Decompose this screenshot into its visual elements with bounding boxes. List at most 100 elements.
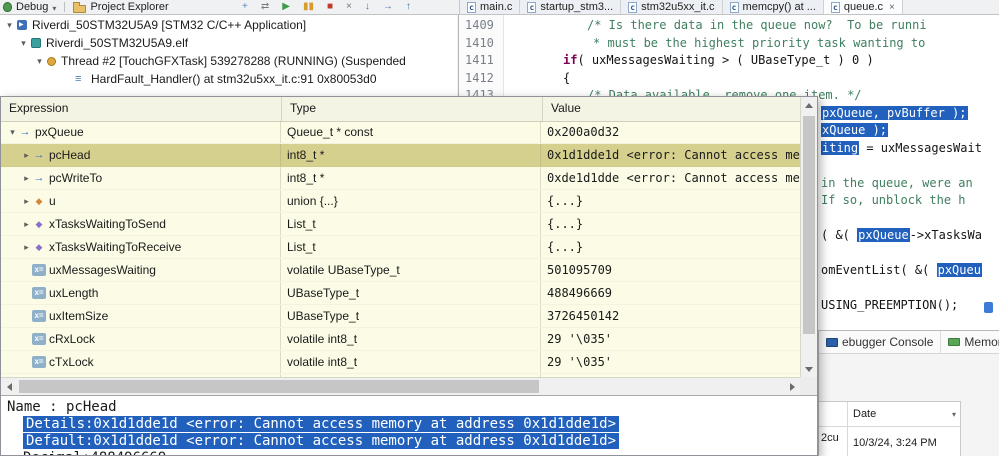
table-header-col1[interactable] bbox=[819, 402, 848, 426]
toolbar-icon-terminate[interactable]: ■ bbox=[327, 0, 333, 14]
toolbar-icon-link-with-editor[interactable]: ⇄ bbox=[261, 0, 269, 14]
expression-name: uxLength bbox=[49, 286, 99, 300]
line-number[interactable]: 1409 bbox=[465, 17, 494, 34]
scroll-down-button[interactable] bbox=[801, 361, 817, 377]
c-file-icon: c bbox=[527, 1, 537, 13]
scalar-variable-icon bbox=[32, 333, 46, 345]
detail-line-1[interactable]: Details:0x1d1dde1d <error: Cannot access… bbox=[1, 416, 817, 433]
expression-row-pxqueue[interactable]: ▾ pxQueue Queue_t * const 0x200a0d32 bbox=[1, 121, 800, 144]
code-line-1411[interactable]: 1411 if( uxMessagesWaiting > ( UBaseType_… bbox=[459, 52, 999, 69]
debugger-console-icon bbox=[826, 337, 838, 347]
expressions-rows: ▾ pxQueue Queue_t * const 0x200a0d32 ▸ pcHead… bbox=[1, 121, 800, 377]
vertical-scroll-thumb[interactable] bbox=[803, 116, 815, 334]
toolbar-icon-new-file[interactable]: + bbox=[242, 0, 248, 14]
line-number[interactable]: 1412 bbox=[465, 70, 494, 87]
expression-name-cell: uxLength bbox=[1, 282, 281, 304]
tree-collapse-icon[interactable]: ▾ bbox=[18, 38, 29, 49]
detail-line-2[interactable]: Default:0x1d1dde1d <error: Cannot access… bbox=[1, 433, 817, 450]
expand-arrow-icon[interactable]: ▸ bbox=[21, 167, 32, 189]
horizontal-scroll-thumb[interactable] bbox=[19, 380, 539, 393]
line-number[interactable]: 1410 bbox=[465, 35, 494, 52]
date-column-header[interactable]: Date bbox=[848, 402, 960, 426]
code-text: If so, unblock the h bbox=[821, 193, 966, 207]
column-header-expression[interactable]: Expression bbox=[1, 97, 282, 121]
expand-arrow-icon[interactable]: ▸ bbox=[21, 190, 32, 212]
expression-row-uxmessageswaiting[interactable]: uxMessagesWaiting volatile UBaseType_t 501… bbox=[1, 259, 800, 282]
tab-debugger-console[interactable]: ebugger Console bbox=[819, 331, 942, 353]
expression-value: 0x1d1dde1d <error: Cannot access mem bbox=[547, 148, 800, 162]
expression-row-xtaskswaitingtoreceive[interactable]: ▸ xTasksWaitingToReceive List_t {...} bbox=[1, 236, 800, 259]
scroll-up-button[interactable] bbox=[801, 97, 817, 113]
expression-value: 488496669 bbox=[547, 286, 613, 300]
code-line-1410[interactable]: 1410 * must be the highest priority task … bbox=[459, 35, 999, 52]
code-line-1412[interactable]: 1412 { bbox=[459, 70, 999, 87]
tree-collapse-icon[interactable]: ▾ bbox=[34, 56, 45, 67]
editor-tab-memcpy-at[interactable]: c memcpy() at ... bbox=[722, 0, 824, 14]
occurrence-marker-icon[interactable] bbox=[984, 302, 993, 313]
memory-chip-icon bbox=[948, 338, 961, 346]
debug-view-icon bbox=[3, 2, 12, 12]
scroll-right-button[interactable] bbox=[784, 378, 800, 395]
expression-row-uxlength[interactable]: uxLength UBaseType_t 488496669 bbox=[1, 282, 800, 305]
expand-arrow-icon[interactable]: ▸ bbox=[21, 236, 32, 258]
detail-line-3[interactable]: Decimal:488496669 bbox=[1, 450, 817, 455]
debug-tree-item-1[interactable]: ▾ Riverdi_50STM32U5A9.elf bbox=[0, 34, 457, 52]
expression-row-pcwriteto[interactable]: ▸ pcWriteTo int8_t * 0xde1d1dde <error: Can… bbox=[1, 167, 800, 190]
expand-arrow-icon[interactable]: ▸ bbox=[21, 213, 32, 235]
expression-row-uxitemsize[interactable]: uxItemSize UBaseType_t 3726450142 bbox=[1, 305, 800, 328]
editor-tab-queue-c[interactable]: c queue.c × bbox=[823, 0, 903, 14]
view-menu-caret-icon[interactable] bbox=[52, 0, 56, 14]
editor-tab-main-c[interactable]: c main.c bbox=[460, 0, 521, 14]
editor-tab-label: stm32u5xx_it.c bbox=[641, 1, 715, 13]
line-number[interactable]: 1411 bbox=[465, 52, 494, 69]
sort-dropdown-icon[interactable] bbox=[952, 402, 956, 426]
view-tab-debug[interactable]: Debug bbox=[3, 0, 56, 14]
debug-tree-item-3[interactable]: HardFault_Handler() at stm32u5xx_it.c:91… bbox=[0, 70, 457, 88]
toolbar-icon-resume[interactable]: ▶ bbox=[282, 0, 290, 14]
detail-line-0[interactable]: Name : pcHead bbox=[1, 399, 817, 416]
toolbar-icon-step-over[interactable]: → bbox=[383, 0, 393, 14]
expression-row-ctxlock[interactable]: cTxLock volatile int8_t 29 '\035' bbox=[1, 351, 800, 374]
view-tab-area: Debug Project Explorer bbox=[3, 0, 169, 14]
toolbar-icon-disconnect[interactable]: × bbox=[346, 0, 352, 14]
expression-value: 0xde1d1dde <error: Cannot access mem bbox=[547, 171, 800, 185]
debug-tree-item-0[interactable]: ▾ Riverdi_50STM32U5A9 [STM32 C/C++ Applic… bbox=[0, 16, 457, 34]
debug-tree[interactable]: ▾Riverdi_50STM32U5A9 [STM32 C/C++ Applic… bbox=[0, 15, 457, 96]
editor-tab-startup-stm3[interactable]: c startup_stm3... bbox=[520, 0, 622, 14]
debug-tree-label: Thread #2 [TouchGFXTask] 539278288 (RUNN… bbox=[61, 54, 406, 68]
horizontal-scrollbar[interactable] bbox=[1, 377, 800, 395]
tab-memory[interactable]: Memory bbox=[941, 331, 999, 353]
expression-type: Queue_t * const bbox=[281, 121, 541, 143]
code-text: omEventList( &( pxQueu bbox=[821, 263, 982, 277]
code-text: * must be the highest priority task want… bbox=[593, 35, 926, 50]
c-file-icon: c bbox=[830, 1, 840, 13]
table-row[interactable]: 2cu 10/3/24, 3:24 PM bbox=[819, 427, 960, 456]
debug-tree-label: Riverdi_50STM32U5A9 [STM32 C/C++ Applica… bbox=[32, 18, 307, 32]
expression-row-crxlock[interactable]: cRxLock volatile int8_t 29 '\035' bbox=[1, 328, 800, 351]
view-tab-project-explorer[interactable]: Project Explorer bbox=[73, 0, 169, 14]
expand-arrow-icon[interactable]: ▸ bbox=[21, 144, 32, 166]
debug-tree-item-2[interactable]: ▾ Thread #2 [TouchGFXTask] 539278288 (RUN… bbox=[0, 52, 457, 70]
tab-label: Memory bbox=[964, 335, 999, 349]
column-header-type[interactable]: Type bbox=[282, 97, 543, 121]
arrow-down-icon bbox=[805, 366, 813, 372]
expression-row-u[interactable]: ▸uunion {...}{...} bbox=[1, 190, 800, 213]
toolbar-icon-step-into[interactable]: ↓ bbox=[365, 0, 370, 14]
toolbar-icon-suspend[interactable]: ▮▮ bbox=[303, 0, 314, 14]
vertical-scrollbar[interactable] bbox=[800, 97, 817, 377]
expression-row-xtaskswaitingtosend[interactable]: ▸ xTasksWaitingToSend List_t {...} bbox=[1, 213, 800, 236]
expression-type: UBaseType_t bbox=[281, 282, 541, 304]
editor-tab-stm32u5xx-it-c[interactable]: c stm32u5xx_it.c bbox=[621, 0, 723, 14]
expression-row-pchead[interactable]: ▸ pcHead int8_t * 0x1d1dde1d <error: Cannot… bbox=[1, 144, 800, 167]
code-line-1409[interactable]: 1409 /* Is there data in the queue now? T… bbox=[459, 17, 999, 34]
tree-collapse-icon[interactable]: ▾ bbox=[4, 20, 15, 31]
detail-pane[interactable]: Name : pcHead Details:0x1d1dde1d <error: … bbox=[1, 395, 817, 455]
close-tab-icon[interactable]: × bbox=[889, 2, 895, 13]
toolbar-icon-step-return[interactable]: ↑ bbox=[406, 0, 411, 14]
code-text: { bbox=[563, 70, 571, 85]
collapse-arrow-icon[interactable]: ▾ bbox=[7, 121, 18, 143]
column-header-value[interactable]: Value bbox=[543, 97, 800, 121]
scroll-left-button[interactable] bbox=[1, 378, 17, 395]
folder-icon bbox=[73, 1, 87, 13]
editor-tab-label: main.c bbox=[480, 1, 513, 13]
